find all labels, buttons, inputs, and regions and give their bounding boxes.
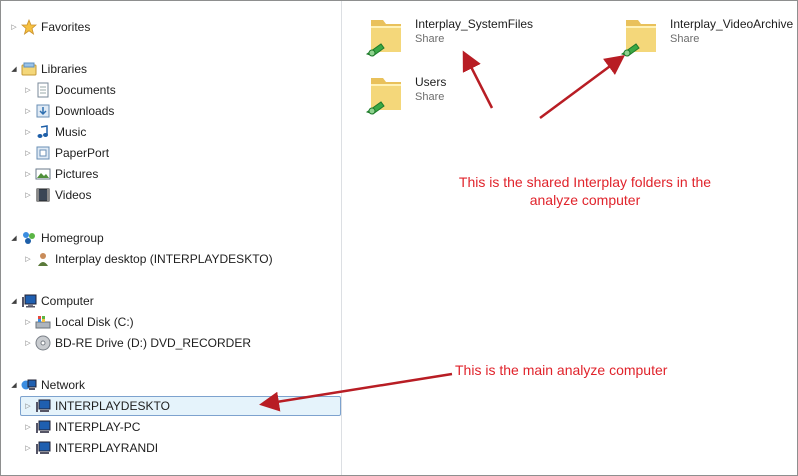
annotation-main-computer: This is the main analyze computer [455,362,668,378]
tree-label: Interplay desktop (INTERPLAYDESKTO) [55,252,273,266]
tree-label: Music [55,125,87,139]
tree-item-music[interactable]: ▷ Music [23,122,86,142]
tree-label: INTERPLAY-PC [55,420,141,434]
shared-folder-icon [365,72,409,119]
shared-folder-item[interactable]: Interplay_SystemFiles Share [365,14,533,61]
homegroup-icon [21,230,37,246]
folder-type: Share [415,33,445,45]
content-pane: Interplay_SystemFiles Share Interplay_Vi… [343,1,797,475]
tree-item-bd-re-drive[interactable]: ▷ BD-RE Drive (D:) DVD_RECORDER [23,333,251,353]
tree-label: Homegroup [41,231,104,245]
tree-label: Favorites [41,20,91,34]
downloads-icon [35,103,51,119]
tree-label: INTERPLAYRANDI [55,441,159,455]
folder-name: Interplay_VideoArchive [670,17,794,31]
expand-arrow-icon[interactable]: ▷ [23,402,33,410]
tree-item-local-disk[interactable]: ▷ Local Disk (C:) [23,312,134,332]
folder-name: Users [415,75,447,89]
library-icon [21,61,37,77]
tree-item-videos[interactable]: ▷ Videos [23,185,91,205]
tree-label: Computer [41,294,94,308]
tree-label: Downloads [55,104,115,118]
documents-icon [35,82,51,98]
network-icon [21,377,37,393]
tree-computer[interactable]: ◢ Computer [9,291,94,311]
music-icon [35,124,51,140]
expand-arrow-icon[interactable]: ▷ [23,255,33,263]
shared-folder-icon [365,14,409,61]
tree-label: PaperPort [55,146,110,160]
tree-label: Libraries [41,62,88,76]
tree-label: INTERPLAYDESKTO [55,399,170,413]
expand-arrow-icon[interactable]: ▷ [23,86,33,94]
tree-homegroup[interactable]: ◢ Homegroup [9,228,104,248]
expand-arrow-icon[interactable]: ▷ [23,191,33,199]
star-icon [20,18,38,35]
shared-folder-item[interactable]: Users Share [365,72,446,119]
annotation-line: analyze computer [529,192,641,208]
pictures-icon [35,166,51,182]
collapse-arrow-icon[interactable]: ◢ [9,65,19,73]
tree-item-downloads[interactable]: ▷ Downloads [23,101,114,121]
expand-arrow-icon[interactable]: ▷ [23,170,33,178]
tree-network[interactable]: ◢ Network [9,375,85,395]
annotation-shared-folders: This is the shared Interplay folders in … [420,173,750,209]
expand-arrow-icon[interactable]: ▷ [23,107,33,115]
expand-arrow-icon[interactable]: ▷ [23,339,33,347]
tree-item-interplay-pc[interactable]: ▷ INTERPLAY-PC [23,417,140,437]
tree-label: Pictures [55,167,99,181]
folder-name: Interplay_SystemFiles [415,17,534,31]
shared-folder-icon [620,14,664,61]
tree-item-interplaydeskto[interactable]: ▷ INTERPLAYDESKTO [20,396,341,416]
tree-item-pictures[interactable]: ▷ Pictures [23,164,98,184]
expand-arrow-icon[interactable]: ▷ [23,444,33,452]
tree-label: Videos [55,188,92,202]
expand-arrow-icon[interactable]: ▷ [23,318,33,326]
folder-type: Share [670,33,700,45]
local-disk-icon [35,314,51,330]
videos-icon [35,187,51,203]
expand-arrow-icon[interactable]: ▷ [23,423,33,431]
tree-item-interplayrandi[interactable]: ▷ INTERPLAYRANDI [23,438,158,458]
tree-label: BD-RE Drive (D:) DVD_RECORDER [55,336,252,350]
collapse-arrow-icon[interactable]: ◢ [9,297,19,305]
expand-arrow-icon[interactable]: ▷ [9,23,19,31]
user-icon [35,251,51,267]
paperport-icon [35,145,51,161]
expand-arrow-icon[interactable]: ▷ [23,149,33,157]
tree-item-interplay-desktop[interactable]: ▷ Interplay desktop (INTERPLAYDESKTO) [23,249,273,269]
navigation-pane: ▷ Favorites ◢ Libraries ▷ Documents ▷ Do… [1,1,342,475]
tree-favorites[interactable]: ▷ Favorites [9,17,90,37]
tree-item-paperport[interactable]: ▷ PaperPort [23,143,109,163]
shared-folder-item[interactable]: Interplay_VideoArchive Share [620,14,793,61]
tree-libraries[interactable]: ◢ Libraries [9,59,87,79]
annotation-line: This is the shared Interplay folders in … [458,174,712,190]
computer-icon [21,293,37,309]
tree-item-documents[interactable]: ▷ Documents [23,80,116,100]
network-computer-icon [35,419,51,435]
collapse-arrow-icon[interactable]: ◢ [9,234,19,242]
network-computer-icon [35,440,51,456]
tree-label: Network [41,378,86,392]
disc-drive-icon [35,335,51,351]
expand-arrow-icon[interactable]: ▷ [23,128,33,136]
folder-type: Share [415,91,445,103]
collapse-arrow-icon[interactable]: ◢ [9,381,19,389]
tree-label: Local Disk (C:) [55,315,134,329]
tree-label: Documents [55,83,116,97]
network-computer-icon [35,398,51,414]
